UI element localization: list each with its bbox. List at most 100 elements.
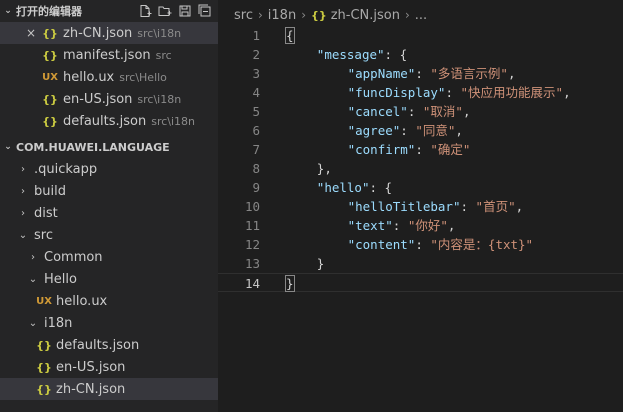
- line-number: 4: [252, 85, 260, 100]
- json-key: "confirm": [347, 142, 416, 157]
- json-file-icon: {}: [36, 338, 52, 352]
- code-line[interactable]: 8},: [218, 159, 623, 178]
- json-file-icon: {}: [36, 382, 52, 396]
- file-name: Common: [44, 249, 103, 265]
- json-string: "同意": [415, 123, 456, 138]
- line-number: 10: [244, 199, 260, 214]
- new-folder-icon[interactable]: [158, 4, 172, 18]
- code-line[interactable]: 13}: [218, 254, 623, 273]
- line-number: 14: [244, 276, 260, 291]
- json-key: "text": [347, 218, 393, 233]
- save-all-icon[interactable]: [178, 4, 192, 18]
- line-number: 5: [252, 104, 260, 119]
- json-punct: :: [415, 142, 431, 157]
- tree-folder[interactable]: › dist: [0, 202, 218, 224]
- file-path: src\i18n: [137, 92, 182, 106]
- file-name: Hello: [44, 271, 77, 287]
- json-key: "appName": [347, 66, 416, 81]
- chevron-down-icon: ⌄: [18, 229, 28, 241]
- file-name: dist: [34, 205, 58, 221]
- json-punct: ,: [462, 104, 471, 119]
- code-line[interactable]: 1{: [218, 26, 623, 45]
- chevron-down-icon: ⌄: [4, 6, 12, 16]
- tree-folder[interactable]: ⌄ Hello: [0, 268, 218, 290]
- breadcrumb-src[interactable]: src: [234, 8, 253, 23]
- file-path: src\Hello: [119, 70, 167, 84]
- code-text: "funcDisplay": "快应用功能展示",: [286, 83, 571, 102]
- open-editor-item[interactable]: {} defaults.json src\i18n: [0, 110, 218, 132]
- tree-file[interactable]: UX hello.ux: [0, 290, 218, 312]
- tree-folder[interactable]: › .quickapp: [0, 158, 218, 180]
- json-punct: :: [415, 66, 431, 81]
- tree-folder[interactable]: › Common: [0, 246, 218, 268]
- code-line[interactable]: 3 "appName": "多语言示例",: [218, 64, 623, 83]
- code-text: "appName": "多语言示例",: [286, 64, 516, 83]
- code-editor[interactable]: 1{2 "message": {3 "appName": "多语言示例", 4 "fun…: [218, 26, 623, 292]
- code-line[interactable]: 9 "hello": {: [218, 178, 623, 197]
- code-line[interactable]: 14}: [218, 273, 623, 292]
- chevron-down-icon: ⌄: [28, 273, 38, 285]
- editor-area: src › i18n › {} zh-CN.json › ... 1{2 "mes…: [218, 0, 623, 412]
- open-editor-item[interactable]: UX hello.ux src\Hello: [0, 66, 218, 88]
- json-punct: :: [392, 218, 408, 233]
- new-file-icon[interactable]: [138, 4, 152, 18]
- line-number: 2: [252, 47, 260, 62]
- breadcrumb-file[interactable]: zh-CN.json: [331, 8, 400, 23]
- file-name: .quickapp: [34, 161, 98, 177]
- json-string: "你好": [407, 218, 448, 233]
- file-name: zh-CN.json: [56, 381, 126, 397]
- collapse-all-icon[interactable]: [198, 4, 212, 18]
- json-file-icon: {}: [42, 92, 58, 106]
- json-file-icon: {}: [42, 48, 58, 62]
- line-number: 9: [252, 180, 260, 195]
- open-editors-header[interactable]: ⌄ 打开的编辑器: [0, 0, 218, 22]
- file-name: i18n: [44, 315, 73, 331]
- breadcrumb-i18n[interactable]: i18n: [268, 8, 296, 23]
- chevron-right-icon: ›: [21, 207, 25, 219]
- line-number: 12: [244, 237, 260, 252]
- open-editor-item[interactable]: {} manifest.json src: [0, 44, 218, 66]
- json-punct: ,: [507, 66, 516, 81]
- vscode-window: ⌄ 打开的编辑器 × {} zh-CN.json src\i18n {} manifest…: [0, 0, 623, 412]
- open-editor-item[interactable]: × {} zh-CN.json src\i18n: [0, 22, 218, 44]
- open-editor-item[interactable]: {} en-US.json src\i18n: [0, 88, 218, 110]
- tree-file[interactable]: {} en-US.json: [0, 356, 218, 378]
- project-header[interactable]: ⌄ COM.HUAWEI.LANGUAGE: [0, 136, 218, 158]
- close-icon[interactable]: ×: [24, 26, 38, 40]
- tree-file[interactable]: {} defaults.json: [0, 334, 218, 356]
- code-text: {: [285, 26, 295, 45]
- json-punct: },: [316, 161, 332, 176]
- code-line[interactable]: 11 "text": "你好",: [218, 216, 623, 235]
- file-name: defaults.json: [63, 113, 147, 129]
- chevron-down-icon: ⌄: [4, 142, 12, 152]
- chevron-down-icon: ⌄: [28, 317, 38, 329]
- file-name: en-US.json: [63, 91, 133, 107]
- file-name: defaults.json: [56, 337, 140, 353]
- code-line[interactable]: 6 "agree": "同意",: [218, 121, 623, 140]
- breadcrumb-symbols[interactable]: ...: [415, 8, 427, 23]
- matched-brace: }: [285, 275, 295, 292]
- json-punct: ,: [515, 199, 524, 214]
- code-line[interactable]: 7 "confirm": "确定": [218, 140, 623, 159]
- tree-file[interactable]: {} zh-CN.json: [0, 378, 218, 400]
- tree-folder[interactable]: ⌄ i18n: [0, 312, 218, 334]
- code-line[interactable]: 12 "content": "内容是：{txt}": [218, 235, 623, 254]
- json-punct: :: [445, 85, 461, 100]
- code-text: },: [286, 159, 332, 178]
- code-line[interactable]: 5 "cancel": "取消",: [218, 102, 623, 121]
- file-name: zh-CN.json: [63, 25, 133, 41]
- file-name: manifest.json: [63, 47, 151, 63]
- chevron-right-icon: ›: [21, 163, 25, 175]
- matched-brace: {: [285, 27, 295, 44]
- code-line[interactable]: 2 "message": {: [218, 45, 623, 64]
- code-line[interactable]: 10 "helloTitlebar": "首页",: [218, 197, 623, 216]
- json-string: "确定": [430, 142, 471, 157]
- json-punct: : {: [384, 47, 408, 62]
- code-line[interactable]: 4 "funcDisplay": "快应用功能展示",: [218, 83, 623, 102]
- file-name: hello.ux: [56, 293, 108, 309]
- json-punct: :: [415, 237, 431, 252]
- json-string: "多语言示例": [430, 66, 508, 81]
- ux-file-icon: UX: [42, 71, 58, 83]
- tree-folder[interactable]: ⌄ src: [0, 224, 218, 246]
- tree-folder[interactable]: › build: [0, 180, 218, 202]
